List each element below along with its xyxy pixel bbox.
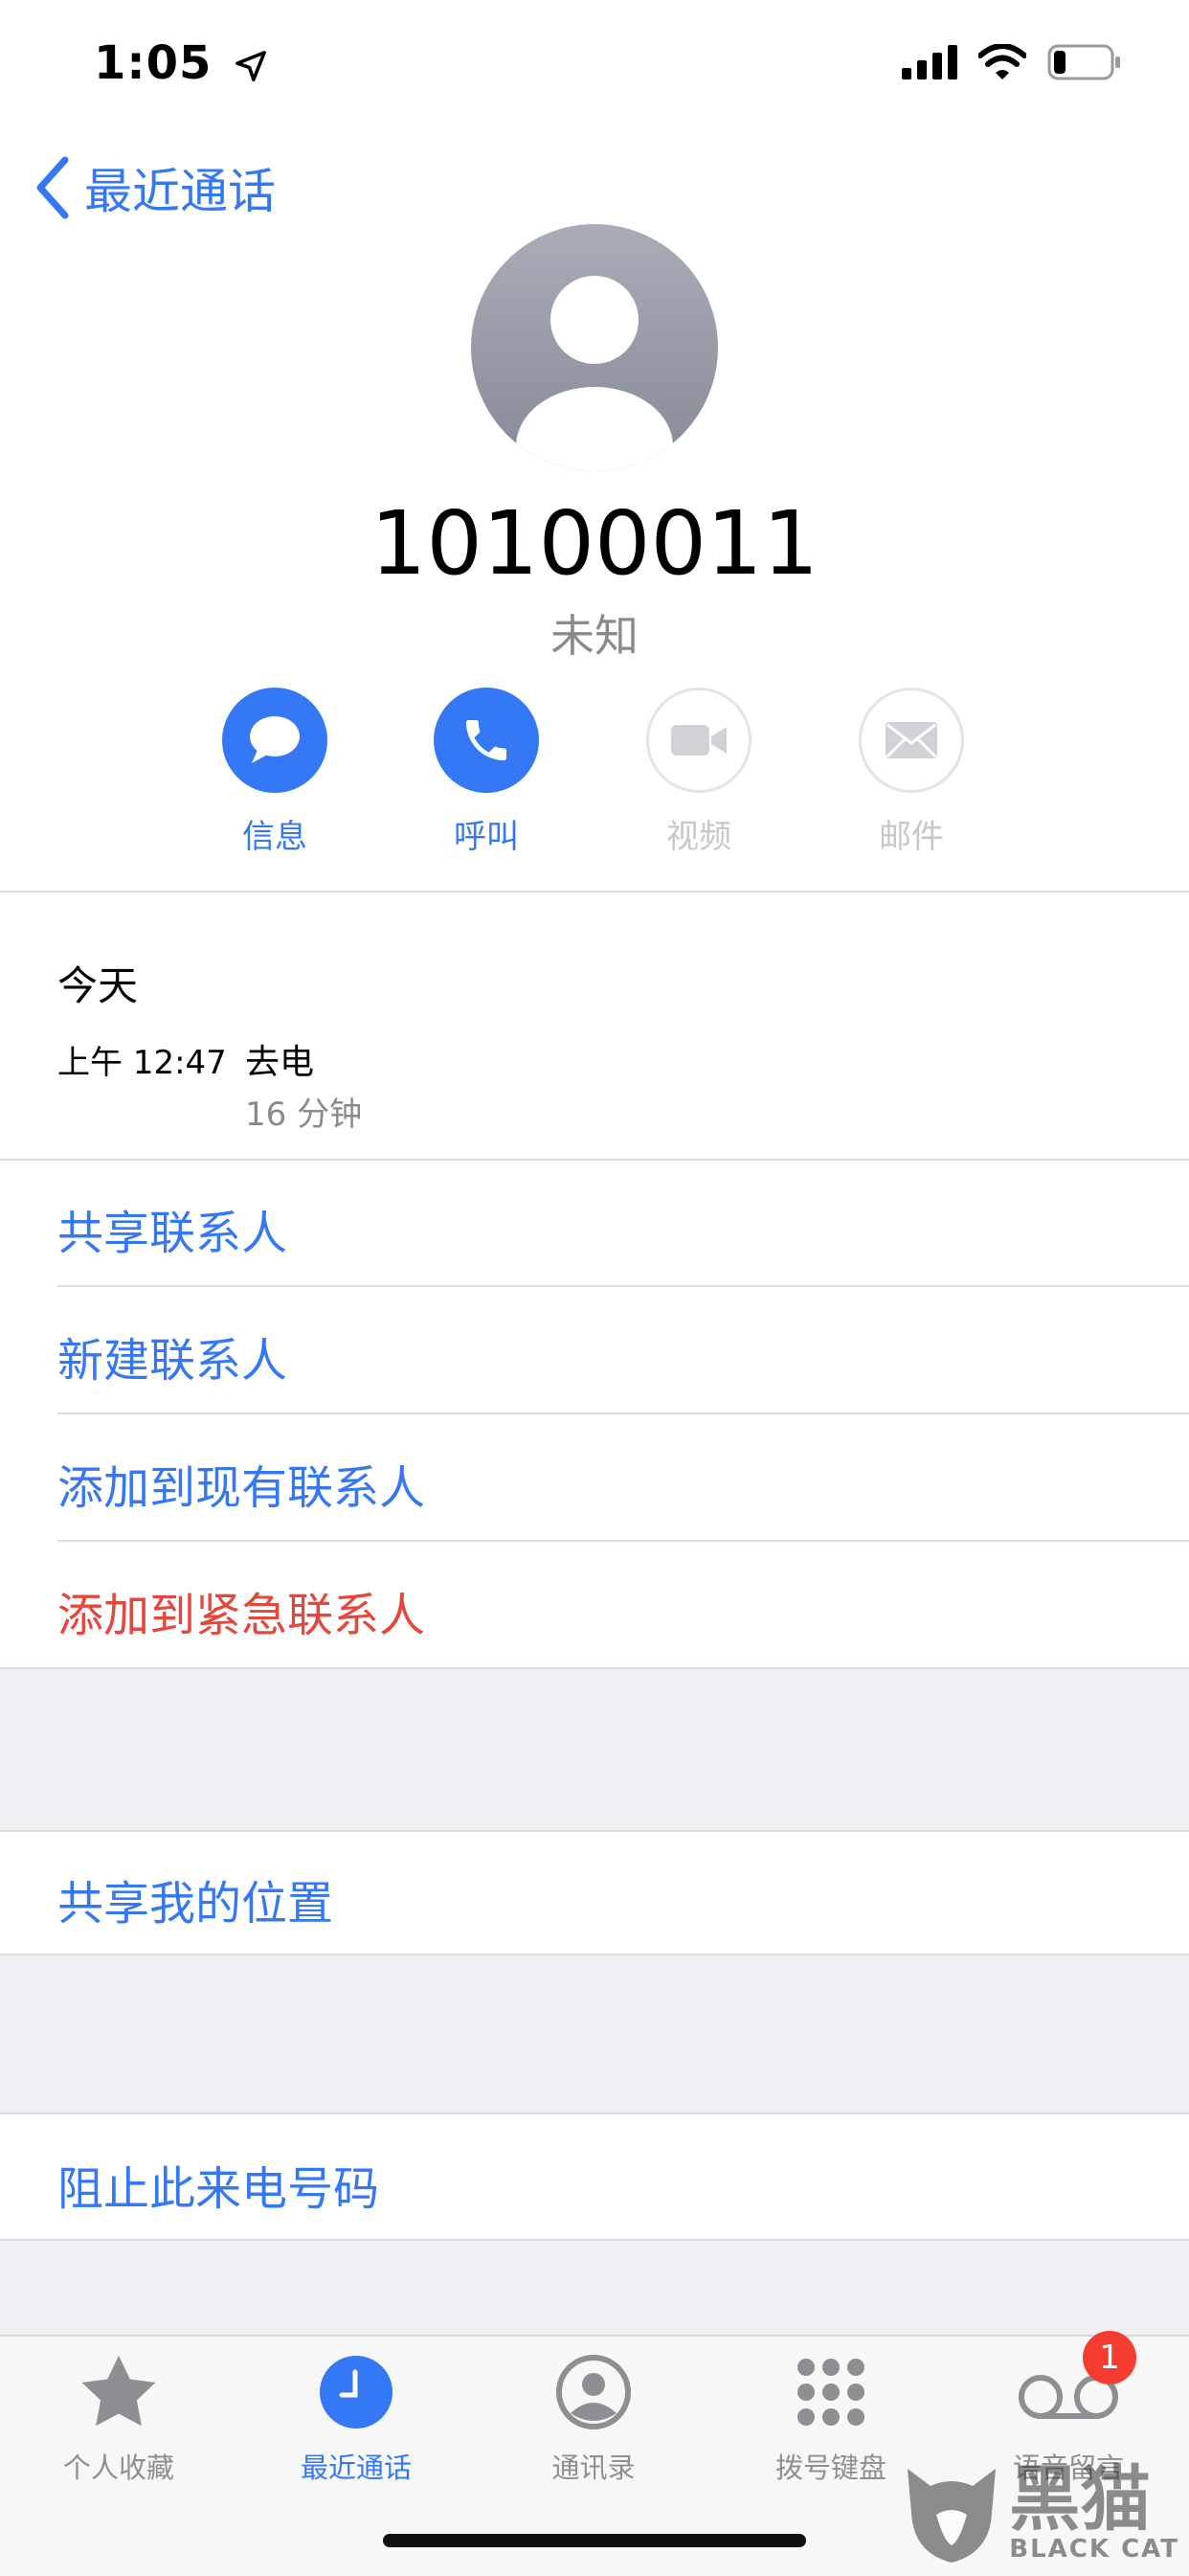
status-time: 1:05 [94,36,267,90]
tab-favorites[interactable]: 个人收藏 [13,2344,224,2486]
history-day: 今天 [57,962,139,1009]
clock-icon [320,2356,393,2429]
divider [0,1159,1189,1161]
video-icon [671,725,727,756]
home-indicator[interactable] [383,2534,806,2547]
status-indicators [902,44,1122,80]
watermark-en: BLACK CAT [1009,2535,1179,2564]
divider [57,1540,1189,1542]
person-silhouette-icon [516,276,673,471]
chevron-left-icon [36,156,69,219]
mail-button[interactable]: 邮件 [835,688,988,857]
message-button[interactable]: 信息 [198,688,351,857]
call-time: 上午 12:47 [57,1044,227,1082]
keypad-icon [797,2359,864,2426]
message-label: 信息 [242,818,307,856]
mail-icon [886,722,937,758]
section-gap [0,2239,1189,2337]
contact-number: 10100011 [370,492,819,595]
tab-label: 最近通话 [300,2452,412,2484]
call-duration: 16 分钟 [245,1096,363,1134]
avatar [471,224,718,471]
share-location-button[interactable]: 共享我的位置 [57,1865,333,1932]
battery-icon [1047,44,1120,80]
contact-subtitle: 未知 [550,610,639,662]
back-button[interactable]: 最近通话 [34,153,276,222]
section-gap [0,1954,1189,2114]
video-button[interactable]: 视频 [622,688,775,857]
divider [57,1285,1189,1287]
cellular-signal-icon [902,45,957,79]
phone-icon [466,720,506,760]
add-existing-contact-button[interactable]: 添加到现有联系人 [57,1450,425,1517]
watermark: 黑猫 BLACK CAT [902,2461,1179,2566]
tab-recents[interactable]: 最近通话 [251,2344,461,2486]
call-label: 呼叫 [454,818,519,856]
divider [0,891,1189,893]
share-contact-button[interactable]: 共享联系人 [57,1195,287,1262]
new-contact-button[interactable]: 新建联系人 [57,1322,287,1390]
call-button[interactable]: 呼叫 [410,688,563,857]
wifi-icon [978,44,1026,79]
section-gap [0,1667,1189,1832]
location-arrow-icon [236,51,267,81]
tab-label: 通讯录 [551,2452,636,2484]
tab-contacts[interactable]: 通讯录 [488,2344,699,2486]
message-icon [250,716,300,763]
tab-label: 个人收藏 [62,2452,174,2484]
add-emergency-contact-button[interactable]: 添加到紧急联系人 [57,1577,425,1644]
black-cat-logo-icon [908,2469,997,2563]
call-type: 去电 [245,1043,315,1082]
block-caller-button[interactable]: 阻止此来电号码 [57,2151,379,2218]
contacts-icon [556,2355,631,2429]
video-label: 视频 [666,818,731,856]
voicemail-badge: 1 [1083,2331,1136,2384]
back-label: 最近通话 [84,164,276,219]
star-icon [81,2355,156,2427]
divider [57,1412,1189,1414]
watermark-cn: 黑猫 [1009,2458,1152,2541]
mail-label: 邮件 [879,818,944,856]
